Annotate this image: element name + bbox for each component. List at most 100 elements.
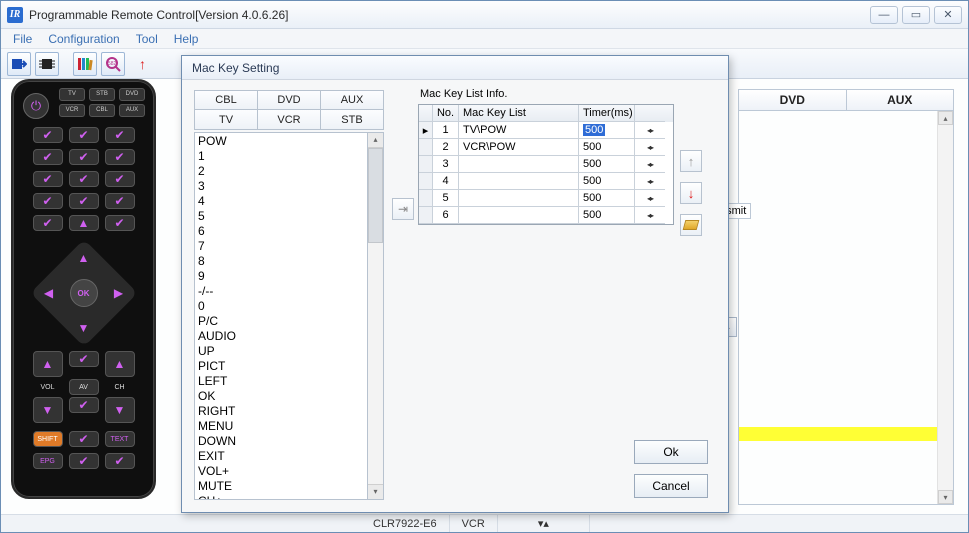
row-timer[interactable]: 500 xyxy=(579,190,635,207)
key-list-item[interactable]: AUDIO xyxy=(198,329,364,344)
key-list-item[interactable]: MENU xyxy=(198,419,364,434)
scroll-up-icon[interactable]: ▴ xyxy=(938,111,953,125)
remote-key[interactable]: ✔ xyxy=(69,397,99,413)
tab-dvd[interactable]: DVD xyxy=(258,90,321,110)
row-timer-spin[interactable]: ◂▸ xyxy=(635,207,665,224)
remote-key[interactable]: ✔ xyxy=(105,215,135,231)
remote-power-button[interactable]: ⏻ xyxy=(23,93,49,119)
row-mac-key[interactable] xyxy=(459,190,579,207)
remote-dpad-ok[interactable]: OK xyxy=(70,279,98,307)
bg-scrollbar[interactable]: ▴ ▾ xyxy=(937,111,953,504)
key-list-item[interactable]: POW xyxy=(198,134,364,149)
row-mac-key[interactable] xyxy=(459,207,579,224)
move-down-button[interactable]: ↓ xyxy=(680,182,702,204)
key-list-item[interactable]: 1 xyxy=(198,149,364,164)
key-list-item[interactable]: LEFT xyxy=(198,374,364,389)
row-timer[interactable]: 500 xyxy=(579,139,635,156)
remote-shift-button[interactable]: SHIFT xyxy=(33,431,63,447)
row-timer-spin[interactable]: ◂▸ xyxy=(635,173,665,190)
remote-key[interactable]: ✔ xyxy=(33,149,63,165)
key-list-item[interactable]: CH+ xyxy=(198,494,364,500)
menu-file[interactable]: File xyxy=(5,29,40,48)
remote-key[interactable]: ✔ xyxy=(69,431,99,447)
remote-dev-dvd[interactable]: DVD xyxy=(119,88,145,101)
menu-configuration[interactable]: Configuration xyxy=(40,29,127,48)
row-timer-spin[interactable]: ◂▸ xyxy=(635,139,665,156)
tab-tv[interactable]: TV xyxy=(194,110,258,130)
toolbar-library-button[interactable] xyxy=(73,52,97,76)
remote-key[interactable]: ✔ xyxy=(105,453,135,469)
remote-dpad-down[interactable]: ▼ xyxy=(75,319,93,337)
remote-ch-down[interactable]: ▼ xyxy=(105,397,135,423)
row-mac-key[interactable] xyxy=(459,173,579,190)
key-list-item[interactable]: VOL+ xyxy=(198,464,364,479)
remote-av-button[interactable]: AV xyxy=(69,379,99,395)
key-list-item[interactable]: 6 xyxy=(198,224,364,239)
remote-dev-tv[interactable]: TV xyxy=(59,88,85,101)
key-list-item[interactable]: -/-- xyxy=(198,284,364,299)
remote-vol-up[interactable]: ▲ xyxy=(33,351,63,377)
remote-key[interactable]: ✔ xyxy=(69,193,99,209)
scroll-down-icon[interactable]: ▾ xyxy=(368,484,383,499)
key-list-item[interactable]: 4 xyxy=(198,194,364,209)
grid-row[interactable]: 6500◂▸ xyxy=(419,207,673,224)
remote-key[interactable]: ✔ xyxy=(69,127,99,143)
add-to-list-button[interactable]: ⇥ xyxy=(392,198,414,220)
key-list-item[interactable]: EXIT xyxy=(198,449,364,464)
tab-vcr[interactable]: VCR xyxy=(258,110,321,130)
remote-epg-button[interactable]: EPG xyxy=(33,453,63,469)
row-mac-key[interactable]: VCR\POW xyxy=(459,139,579,156)
minimize-button[interactable]: — xyxy=(870,6,898,24)
key-listbox[interactable]: POW123456789-/--0P/CAUDIOUPPICTLEFTOKRIG… xyxy=(194,132,368,500)
remote-key[interactable]: ✔ xyxy=(33,171,63,187)
clear-button[interactable] xyxy=(680,214,702,236)
row-timer[interactable]: 500 xyxy=(579,207,635,224)
tab-stb[interactable]: STB xyxy=(321,110,384,130)
maximize-button[interactable]: ▭ xyxy=(902,6,930,24)
remote-dpad-right[interactable]: ▶ xyxy=(110,284,128,302)
key-list-item[interactable]: PICT xyxy=(198,359,364,374)
row-timer[interactable]: 500 xyxy=(579,173,635,190)
key-list-item[interactable]: 5 xyxy=(198,209,364,224)
row-mac-key[interactable]: TV\POW xyxy=(459,122,579,139)
cancel-button[interactable]: Cancel xyxy=(634,474,708,498)
remote-text-button[interactable]: TEXT xyxy=(105,431,135,447)
row-timer-spin[interactable]: ◂▸ xyxy=(635,156,665,173)
remote-key[interactable]: ✔ xyxy=(33,193,63,209)
key-list-item[interactable]: 2 xyxy=(198,164,364,179)
tab-aux[interactable]: AUX xyxy=(321,90,384,110)
remote-dpad-left[interactable]: ◀ xyxy=(40,284,58,302)
remote-key[interactable]: ✔ xyxy=(105,127,135,143)
key-list-item[interactable]: UP xyxy=(198,344,364,359)
scroll-down-icon[interactable]: ▾ xyxy=(938,490,953,504)
key-list-item[interactable]: 0 xyxy=(198,299,364,314)
remote-key[interactable]: ✔ xyxy=(69,149,99,165)
key-list-item[interactable]: 3 xyxy=(198,179,364,194)
toolbar-export-button[interactable] xyxy=(7,52,31,76)
remote-key[interactable]: ✔ xyxy=(33,127,63,143)
remote-key[interactable]: ✔ xyxy=(33,215,63,231)
key-list-item[interactable]: DOWN xyxy=(198,434,364,449)
row-mac-key[interactable] xyxy=(459,156,579,173)
menu-help[interactable]: Help xyxy=(166,29,207,48)
grid-row[interactable]: ▸1TV\POW500◂▸ xyxy=(419,122,673,139)
key-list-item[interactable]: OK xyxy=(198,389,364,404)
menu-tool[interactable]: Tool xyxy=(128,29,166,48)
key-list-item[interactable]: MUTE xyxy=(198,479,364,494)
remote-key[interactable]: ▲ xyxy=(69,215,99,231)
key-list-item[interactable]: 9 xyxy=(198,269,364,284)
grid-row[interactable]: 3500◂▸ xyxy=(419,156,673,173)
tab-cbl[interactable]: CBL xyxy=(194,90,258,110)
key-list-item[interactable]: 8 xyxy=(198,254,364,269)
remote-dpad-up[interactable]: ▲ xyxy=(75,249,93,267)
bg-col-dvd[interactable]: DVD xyxy=(738,89,847,111)
remote-key[interactable]: ✔ xyxy=(105,149,135,165)
key-list-item[interactable]: RIGHT xyxy=(198,404,364,419)
key-list-item[interactable]: P/C xyxy=(198,314,364,329)
grid-row[interactable]: 2VCR\POW500◂▸ xyxy=(419,139,673,156)
mac-key-grid[interactable]: No. Mac Key List Timer(ms) ▸1TV\POW500◂▸… xyxy=(418,104,674,225)
key-list-scrollbar[interactable]: ▴ ▾ xyxy=(368,132,384,500)
row-timer[interactable]: 500 xyxy=(579,156,635,173)
row-timer[interactable]: 500 xyxy=(579,122,635,139)
row-timer-spin[interactable]: ◂▸ xyxy=(635,122,665,139)
